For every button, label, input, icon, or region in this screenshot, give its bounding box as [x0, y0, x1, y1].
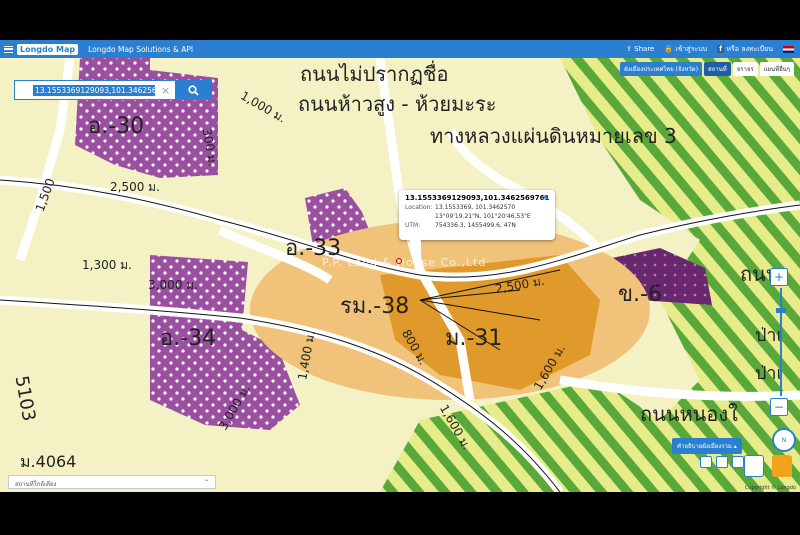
zone-label-o34: อ.-34	[160, 326, 217, 351]
mode-place-button[interactable]: สถานที่	[704, 62, 731, 76]
compass-label: N	[781, 436, 787, 444]
share-button[interactable]: ⇪ Share	[626, 45, 654, 53]
distance-label: 3,000 ม.	[148, 278, 198, 292]
compass-icon[interactable]: N	[772, 428, 796, 452]
search-box[interactable]: 13.1553369129093,101.3462569 ×	[14, 80, 212, 100]
zone-label-kho6: ข.-6	[618, 282, 662, 307]
mode-traffic-button[interactable]: จราจร	[732, 62, 758, 76]
map-layer-controls: ผังเมืองประเทศไทย (จังหวัด) สถานที่ จราจ…	[620, 62, 794, 76]
clear-icon[interactable]: ×	[161, 84, 170, 97]
bottom-tools	[700, 456, 744, 468]
watermark: P.P. Land & House Co.,Ltd	[322, 256, 487, 269]
copyright: Copyright © Longdo	[745, 485, 796, 491]
top-navbar: Longdo Map Longdo Map Solutions & API ⇪ …	[0, 40, 800, 58]
zoom-handle[interactable]	[776, 308, 786, 313]
distance-label: 1,300 ม.	[82, 258, 132, 272]
share-label: Share	[634, 45, 655, 53]
nearby-places-bar[interactable]: สถานที่ใกล้เคียง ⌃	[8, 475, 216, 489]
utm-label: UTM:	[405, 222, 421, 229]
zone-label-m31: ม.-31	[445, 326, 503, 351]
nearby-label: สถานที่ใกล้เคียง	[15, 481, 57, 488]
menu-icon[interactable]	[4, 45, 13, 53]
expand-icon[interactable]: ⌃	[204, 479, 209, 486]
search-input[interactable]: 13.1553369129093,101.3462569	[33, 84, 155, 96]
legend-label: คำอธิบายผังเมืองรวม	[677, 443, 732, 450]
zoom-slider[interactable]: + −	[770, 268, 792, 416]
register-label: หรือ ลงทะเบียน	[726, 44, 773, 53]
login-link[interactable]: 🔒 เข้าสู่ระบบ	[664, 44, 707, 55]
search-icon	[187, 84, 199, 96]
close-icon[interactable]: ×	[541, 193, 549, 203]
road-label-top: ถนนไม่ปรากฏชื่อ	[300, 62, 449, 86]
logo[interactable]: Longdo Map	[17, 43, 79, 55]
zoom-track[interactable]	[776, 288, 786, 396]
road-label-highway: ทางหลวงแผ่นดินหมายเลข 3	[430, 124, 677, 148]
tool-icon[interactable]	[700, 456, 712, 468]
location-decimal: 13.1553369, 101.3462570	[435, 204, 516, 211]
legend-button[interactable]: คำอธิบายผังเมืองรวม ▴	[672, 438, 742, 454]
brand[interactable]: Longdo Map	[0, 43, 79, 55]
register-link[interactable]: f หรือ ลงทะเบียน	[717, 44, 773, 55]
location-label: Location:	[405, 204, 433, 211]
english-flag-icon[interactable]	[783, 45, 794, 53]
facebook-icon: f	[717, 44, 725, 53]
zone-label-rm38: รม.-38	[340, 294, 410, 319]
marker-icon	[396, 258, 402, 264]
tool-icon[interactable]	[732, 456, 744, 468]
popup-title: 13.1553369129093,101.3462569761	[405, 194, 550, 202]
distance-label: 2,500 ม.	[110, 180, 160, 194]
coordinate-popup: 13.1553369129093,101.3462569761 × Locati…	[399, 190, 555, 240]
search-button[interactable]	[175, 81, 211, 99]
number-label: ม.4064	[20, 452, 77, 471]
map-canvas[interactable]: อ.-30 อ.-33 อ.-34 รม.-38 ม.-31 ข.-6 ถนนไ…	[0, 58, 800, 492]
layer-select[interactable]: ผังเมืองประเทศไทย (จังหวัด)	[620, 62, 703, 76]
road-label-huaiwang: ถนนห้าวสูง - ห้วยมะระ	[298, 92, 497, 116]
pin-icon[interactable]	[744, 455, 764, 477]
utm-value: 754336.3, 1455499.6, 47N	[435, 222, 516, 229]
street-view-icon[interactable]	[772, 455, 792, 477]
road-label-nong: ถนนหนองใ	[640, 402, 738, 426]
tool-icon[interactable]	[716, 456, 728, 468]
zone-label-o30: อ.-30	[88, 114, 145, 139]
location-dms: 13°09'19.21"N, 101°20'46.53"E	[435, 213, 531, 220]
login-label: เข้าสู่ระบบ	[675, 44, 708, 53]
solutions-link[interactable]: Longdo Map Solutions & API	[88, 45, 193, 54]
zoom-in-icon[interactable]: +	[770, 268, 788, 286]
mode-other-button[interactable]: แผนที่อื่นๆ	[759, 62, 794, 76]
zoom-out-icon[interactable]: −	[770, 398, 788, 416]
